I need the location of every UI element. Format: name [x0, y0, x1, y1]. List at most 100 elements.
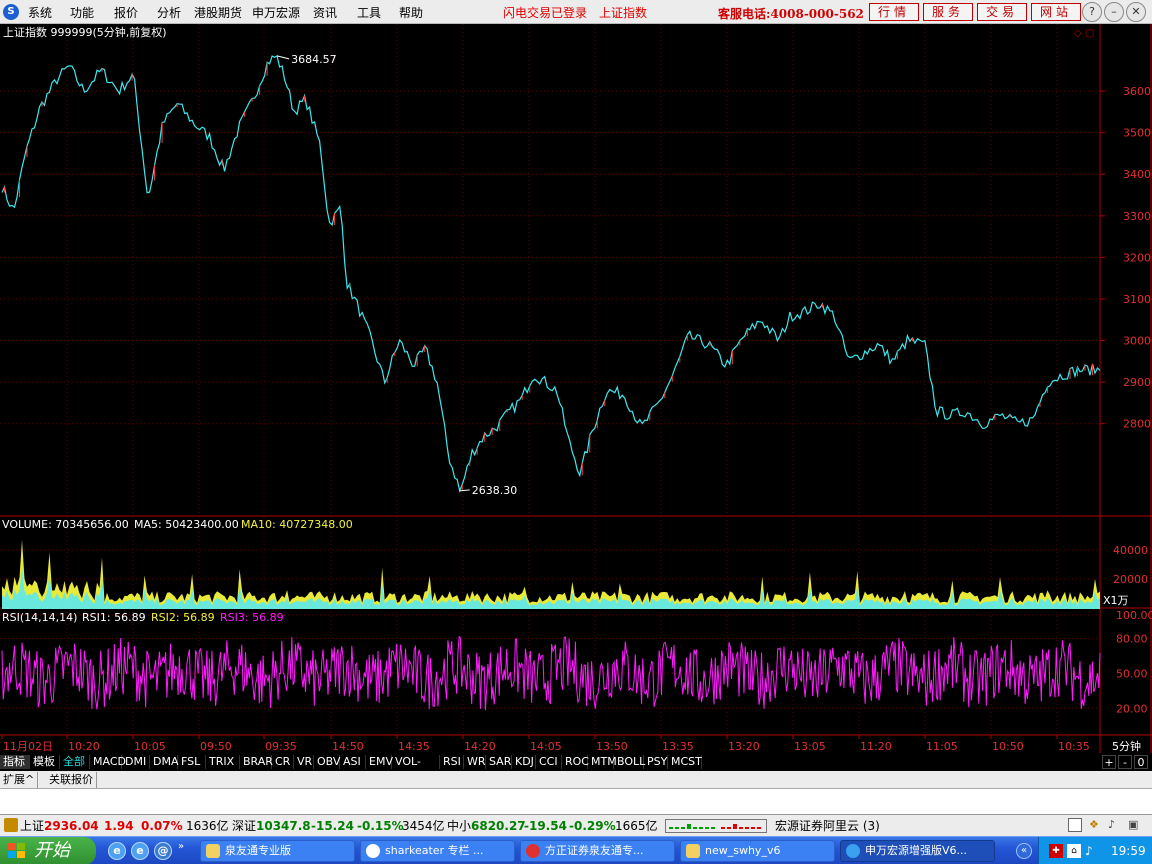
- indicator-tab-emv[interactable]: EMV: [366, 755, 393, 769]
- rsi-label: RSI(14,14,14): [2, 611, 77, 624]
- taskbar-expand-icon[interactable]: «: [1016, 843, 1032, 859]
- task-label: new_swhy_v6: [705, 844, 781, 857]
- folder-icon: [206, 844, 220, 858]
- menu-shenwan[interactable]: 申万宏源: [252, 4, 300, 21]
- expand-tab[interactable]: 扩展^: [0, 772, 39, 788]
- task-label: sharkeater 专栏 ...: [385, 844, 484, 857]
- indicator-tab-cr[interactable]: CR: [272, 755, 294, 769]
- related-quote-tab[interactable]: 关联报价: [46, 772, 97, 788]
- status-logo-icon[interactable]: [4, 818, 18, 832]
- indicator-tab-dmi[interactable]: DMI: [122, 755, 150, 769]
- price-chart[interactable]: 3600 3500 3400 3300 3200 3100 3000 2900 2800 11月0…: [0, 24, 1152, 753]
- menu-analysis[interactable]: 分析: [157, 4, 181, 21]
- task-item-quanyoutong[interactable]: 泉友通专业版: [200, 840, 355, 862]
- time-tick-label: 09:35: [265, 740, 297, 753]
- index-notice[interactable]: 上证指数: [599, 4, 647, 21]
- mail-icon[interactable]: @: [154, 842, 172, 860]
- sh-percent: 0.07%: [141, 819, 183, 833]
- time-tick-label: 10:35: [1058, 740, 1090, 753]
- start-button[interactable]: 开始: [0, 837, 96, 864]
- time-tick-label: 11:20: [860, 740, 892, 753]
- service-button[interactable]: 服务: [923, 3, 973, 21]
- indicator-tab-brar[interactable]: BRAR: [240, 755, 273, 769]
- start-label: 开始: [34, 840, 70, 861]
- sh-amount: 1636亿: [186, 819, 229, 833]
- indicator-tab-fsl[interactable]: FSL: [178, 755, 206, 769]
- time-tick-label: 13:50: [596, 740, 628, 753]
- price-tick-label: 3200: [1123, 251, 1151, 264]
- quicklaunch-more-icon[interactable]: »: [178, 841, 184, 852]
- notify-icon[interactable]: ❖: [1089, 818, 1103, 832]
- indicator-tab-macd[interactable]: MACD: [90, 755, 126, 769]
- sh-change: 1.94: [104, 819, 134, 833]
- ie-icon[interactable]: e: [108, 842, 126, 860]
- indicator-tab-指标[interactable]: 指标: [0, 755, 30, 769]
- app-logo-icon[interactable]: S: [3, 4, 19, 20]
- market-button[interactable]: 行情: [869, 3, 919, 21]
- indicator-tab-模板[interactable]: 模板: [30, 755, 60, 769]
- indicator-tab-roc[interactable]: ROC: [562, 755, 589, 769]
- status-bar: 上证 2936.04 1.94 0.07% 1636亿 深证 10347.8 -…: [0, 814, 1152, 836]
- website-button[interactable]: 网站: [1031, 3, 1081, 21]
- rsi3-label: RSI3: 56.89: [220, 611, 284, 624]
- indicator-tab-psy[interactable]: PSY: [644, 755, 668, 769]
- menu-quote[interactable]: 报价: [114, 4, 138, 21]
- window-mode-icon[interactable]: [1068, 818, 1082, 832]
- menu-help[interactable]: 帮助: [399, 4, 423, 21]
- task-item-founder[interactable]: 方正证券泉友通专...: [520, 840, 675, 862]
- rsi-tick-label: 80.00: [1116, 632, 1148, 645]
- time-tick-label: 14:05: [530, 740, 562, 753]
- time-tick-label: 13:05: [794, 740, 826, 753]
- reset-button[interactable]: 0: [1134, 755, 1148, 769]
- indicator-tab-vr[interactable]: VR: [294, 755, 314, 769]
- sz-change: -15.24: [311, 819, 354, 833]
- taskbar: 开始 e e @ » 泉友通专业版 sharkeater 专栏 ... 方正证券…: [0, 836, 1152, 864]
- extension-bar: 扩展^ 关联报价: [0, 771, 1152, 789]
- indicator-tab-sar[interactable]: SAR: [486, 755, 512, 769]
- task-item-sharkeater[interactable]: sharkeater 专栏 ...: [360, 840, 515, 862]
- indicator-tab-dma[interactable]: DMA: [150, 755, 179, 769]
- zx-price: 6820.27: [471, 819, 526, 833]
- login-notice[interactable]: 闪电交易已登录: [503, 4, 587, 21]
- menu-hk-futures[interactable]: 港股期货: [194, 4, 242, 21]
- indicator-tab-mcst[interactable]: MCST: [668, 755, 702, 769]
- task-item-shenwan-v6[interactable]: 申万宏源增强版V6...: [840, 840, 995, 862]
- ie-icon-2[interactable]: e: [131, 842, 149, 860]
- indicator-tab-boll[interactable]: BOLL: [614, 755, 645, 769]
- minimize-icon[interactable]: –: [1104, 2, 1124, 22]
- price-tick-label: 3000: [1123, 335, 1151, 348]
- clock: 19:59: [1111, 844, 1146, 858]
- indicator-tab-wr[interactable]: WR: [464, 755, 486, 769]
- chart-options-icon[interactable]: ◇ ▢: [1074, 28, 1094, 39]
- indicator-tab-obv[interactable]: OBV: [314, 755, 340, 769]
- indicator-tab-cci[interactable]: CCI: [536, 755, 562, 769]
- zoom-out-button[interactable]: -: [1118, 755, 1132, 769]
- task-label: 泉友通专业版: [225, 844, 291, 857]
- close-icon[interactable]: ✕: [1126, 2, 1146, 22]
- menu-tools[interactable]: 工具: [357, 4, 381, 21]
- server-name[interactable]: 宏源证券阿里云 (3): [775, 816, 880, 836]
- zoom-in-button[interactable]: +: [1102, 755, 1116, 769]
- indicator-tab-asi[interactable]: ASI: [340, 755, 366, 769]
- help-icon[interactable]: ?: [1082, 2, 1102, 22]
- input-method-icon[interactable]: ✚: [1049, 844, 1063, 858]
- zx-amount: 1665亿: [615, 819, 658, 833]
- lang-icon[interactable]: ⌂: [1067, 844, 1081, 858]
- menu-function[interactable]: 功能: [70, 4, 94, 21]
- indicator-tab-全部[interactable]: 全部: [60, 755, 90, 769]
- indicator-tab-trix[interactable]: TRIX: [206, 755, 240, 769]
- menu-news[interactable]: 资讯: [313, 4, 337, 21]
- task-item-swhy-folder[interactable]: new_swhy_v6: [680, 840, 835, 862]
- period-label: 5分钟: [1112, 739, 1141, 753]
- trade-button[interactable]: 交易: [977, 3, 1027, 21]
- indicator-tab-mtm[interactable]: MTM: [588, 755, 617, 769]
- lock-icon[interactable]: ▣: [1128, 818, 1142, 832]
- speaker-icon[interactable]: ♪: [1108, 818, 1122, 832]
- menu-system[interactable]: 系统: [28, 4, 52, 21]
- indicator-tab-kdj[interactable]: KDJ: [512, 755, 536, 769]
- rsi-tick-label: 50.00: [1116, 667, 1148, 680]
- indicator-tab-rsi[interactable]: RSI: [440, 755, 464, 769]
- network-icon[interactable]: ♪: [1085, 837, 1093, 864]
- sz-price: 10347.8: [256, 819, 311, 833]
- indicator-tab-vol-tdx[interactable]: VOL-TDX: [392, 755, 440, 782]
